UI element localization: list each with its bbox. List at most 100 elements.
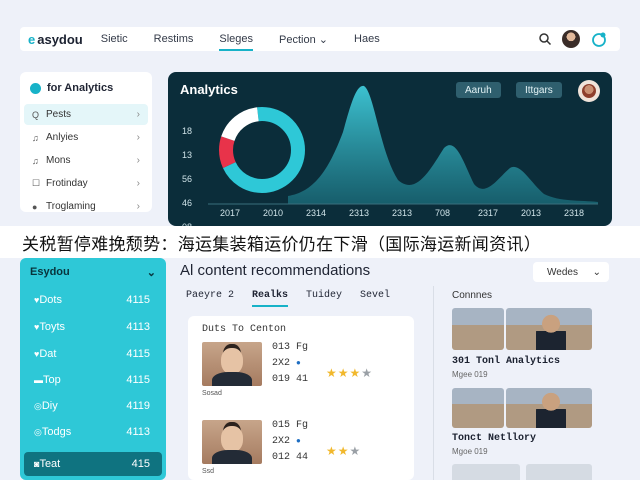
sidebar-item-mons[interactable]: ♫ Mons › bbox=[24, 150, 148, 171]
recommendation-tabs: Paeyre 2 Realks Tuidey Sevel bbox=[186, 290, 408, 307]
person-photo bbox=[202, 342, 262, 386]
recommendations-title: Al content recommendations bbox=[180, 262, 371, 279]
news-headline: 关税暂停难挽颓势：海运集装箱运价仍在下滑（国际海运新闻资讯） bbox=[22, 234, 541, 255]
nav-item-haes[interactable]: Haes bbox=[354, 33, 380, 46]
teal-item-label: Dots bbox=[39, 294, 62, 306]
x-tick-label: 708 bbox=[435, 208, 450, 218]
x-tick-label: 2010 bbox=[263, 208, 283, 218]
search-icon: Q bbox=[32, 109, 40, 120]
teal-item-label: Teat bbox=[39, 458, 61, 470]
teal-item-label: Diy bbox=[41, 400, 58, 412]
teal-item-label: Toyts bbox=[39, 321, 66, 333]
recommendation-row[interactable]: Sosad 013 Fg 2X2 ● ★★★★ 019 41 bbox=[202, 342, 402, 402]
street-photo bbox=[452, 308, 504, 350]
chevron-right-icon: › bbox=[136, 155, 140, 166]
period-select-value: Wedes bbox=[547, 266, 578, 278]
tab-realks[interactable]: Realks bbox=[252, 290, 289, 307]
person-photo bbox=[506, 388, 592, 428]
search-icon[interactable] bbox=[538, 32, 552, 46]
news-headline-banner: 关税暂停难挽颓势：海运集装箱运价仍在下滑（国际海运新闻资讯） bbox=[0, 226, 640, 258]
teal-item-todgs[interactable]: ◎Todgs 4113 bbox=[24, 420, 162, 444]
nav-item-pection[interactable]: Pection ⌄ bbox=[279, 33, 328, 46]
connection-card[interactable]: Tonct Netllory Mgoe 019 bbox=[452, 386, 612, 462]
x-tick-label: 2318 bbox=[564, 208, 584, 218]
sidebar-item-label: Frotinday bbox=[46, 178, 88, 189]
row-line-2: 2X2 bbox=[272, 358, 291, 369]
teal-item-top[interactable]: ▬Top 4115 bbox=[24, 368, 162, 392]
notification-icon[interactable] bbox=[590, 30, 608, 48]
row-line-3: 019 41 bbox=[272, 374, 309, 385]
sidebar-item-troglaming[interactable]: ● Troglaming › bbox=[24, 196, 148, 217]
star-icon: ★ bbox=[349, 444, 362, 458]
teal-item-value: 4113 bbox=[126, 426, 150, 438]
teal-item-dots[interactable]: ♥Dots 4115 bbox=[24, 288, 162, 312]
y-tick-label: 18 bbox=[182, 126, 192, 136]
photo-caption: Ssd bbox=[202, 468, 215, 475]
teal-item-diy[interactable]: ◎Diy 4119 bbox=[24, 394, 162, 418]
rating-stars: ★★★ bbox=[326, 444, 361, 458]
dot-icon: ● bbox=[296, 359, 301, 368]
tab-tuidey[interactable]: Tuidey bbox=[306, 290, 342, 307]
sidebar-item-label: Anlyies bbox=[46, 132, 79, 143]
star-icon: ★ bbox=[349, 366, 362, 380]
analytics-logo-icon bbox=[30, 82, 41, 94]
chevron-right-icon: › bbox=[136, 132, 140, 143]
recommendation-row[interactable]: Ssd 015 Fg 2X2 ● ★★★ 012 44 bbox=[202, 420, 402, 480]
thumbnail-image bbox=[526, 464, 592, 480]
chevron-down-icon: ⌄ bbox=[146, 267, 156, 279]
sidebar-item-frotinday[interactable]: ☐ Frotinday › bbox=[24, 173, 148, 194]
teal-item-value: 4119 bbox=[126, 400, 150, 412]
period-select[interactable]: Wedes ⌄ bbox=[533, 262, 609, 282]
logo-text: asydou bbox=[37, 31, 83, 47]
nav-item-sleges[interactable]: Sleges bbox=[219, 33, 253, 51]
analytics-dashboard: Analytics Aaruh Ittgars 1813564608201720… bbox=[168, 72, 612, 226]
row-line-3: 012 44 bbox=[272, 452, 309, 463]
nav-item-restims[interactable]: Restims bbox=[154, 33, 194, 46]
star-icon: ★ bbox=[337, 366, 350, 380]
analytics-chart: 1813564608201720102314231323137082317201… bbox=[182, 85, 598, 226]
logo-mark: e bbox=[28, 31, 36, 47]
star-icon: ★ bbox=[326, 366, 338, 380]
connections-title: Connnes bbox=[452, 290, 493, 301]
chevron-right-icon: › bbox=[136, 109, 140, 120]
top-navbar: e asydou Sietic Restims Sleges Pection ⌄… bbox=[20, 27, 620, 51]
x-tick-label: 2313 bbox=[349, 208, 369, 218]
user-avatar[interactable] bbox=[562, 30, 580, 48]
rating-stars: ★★★★ bbox=[326, 366, 373, 380]
sidebar: for Analytics Q Pests › ♫ Anlyies › ♫ Mons … bbox=[20, 72, 152, 212]
sidebar-item-pests[interactable]: Q Pests › bbox=[24, 104, 148, 125]
sidebar-title: for Analytics bbox=[47, 82, 114, 94]
teal-item-teat[interactable]: ◙Teat 415 bbox=[24, 452, 162, 476]
main-nav: Sietic Restims Sleges Pection ⌄ Haes bbox=[101, 33, 406, 51]
x-tick-label: 2013 bbox=[521, 208, 541, 218]
teal-item-toyts[interactable]: ♥Toyts 4113 bbox=[24, 315, 162, 339]
card-icon: ▬ bbox=[34, 375, 43, 385]
connection-subtitle: Mgoe 019 bbox=[452, 447, 488, 456]
sidebar-item-anlyies[interactable]: ♫ Anlyies › bbox=[24, 127, 148, 148]
recommendation-card: Duts To Centon Sosad 013 Fg 2X2 ● ★★★★ 0… bbox=[188, 316, 414, 480]
teal-list-panel: Esydou ⌄ ♥Dots 4115 ♥Toyts 4113 ♥Dat 4115 ▬… bbox=[20, 258, 166, 480]
star-icon: ★ bbox=[326, 444, 338, 458]
x-tick-label: 2017 bbox=[220, 208, 240, 218]
y-tick-label: 56 bbox=[182, 174, 192, 184]
nav-pection-label: Pection bbox=[279, 33, 316, 46]
star-icon: ★ bbox=[337, 444, 350, 458]
x-tick-label: 2313 bbox=[392, 208, 412, 218]
connection-title: Tonct Netllory bbox=[452, 433, 537, 444]
x-tick-label: 2314 bbox=[306, 208, 326, 218]
dot-icon: ● bbox=[296, 437, 301, 446]
tab-paeyre[interactable]: Paeyre 2 bbox=[186, 290, 234, 307]
card-title: Duts To Centon bbox=[202, 324, 287, 335]
logo[interactable]: e asydou bbox=[28, 32, 83, 47]
teal-panel-header[interactable]: Esydou ⌄ bbox=[30, 266, 156, 279]
street-photo bbox=[452, 388, 504, 428]
chevron-right-icon: › bbox=[136, 201, 140, 212]
connection-card[interactable]: 301 Tonl Analytics Mgee 019 bbox=[452, 306, 612, 382]
tab-sevel[interactable]: Sevel bbox=[360, 290, 390, 307]
nav-item-sietic[interactable]: Sietic bbox=[101, 33, 128, 46]
teal-item-dat[interactable]: ♥Dat 4115 bbox=[24, 342, 162, 366]
teal-item-value: 4115 bbox=[126, 348, 150, 360]
top-right-actions bbox=[538, 30, 608, 48]
sidebar-item-label: Mons bbox=[46, 155, 71, 166]
row-line-2: 2X2 bbox=[272, 436, 291, 447]
